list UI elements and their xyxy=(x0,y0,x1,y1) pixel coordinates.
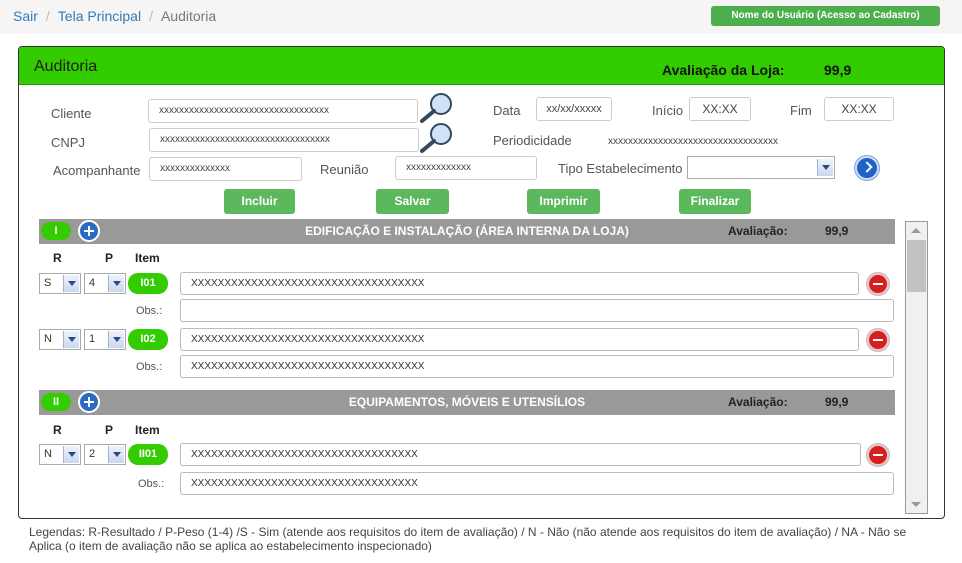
obs-label: Obs.: xyxy=(136,361,163,373)
store-score-label: Avaliação da Loja: xyxy=(662,62,785,78)
item-text-field[interactable]: XXXXXXXXXXXXXXXXXXXXXXXXXXXXXXXXXXX xyxy=(180,328,859,351)
finalizar-button[interactable]: Finalizar xyxy=(679,189,751,214)
item-code-badge: I01 xyxy=(128,273,168,294)
result-select[interactable]: S xyxy=(39,273,81,294)
column-header-item: Item xyxy=(135,251,160,265)
top-bar: Sair / Tela Principal / Auditoria Nome do Us… xyxy=(0,0,962,34)
cliente-search-icon[interactable] xyxy=(417,92,455,124)
legend-text: Legendas: R-Resultado / P-Peso (1-4) /S … xyxy=(29,525,907,553)
panel-header: Auditoria Avaliação da Loja: 99,9 xyxy=(19,47,944,85)
incluir-button[interactable]: Incluir xyxy=(224,189,295,214)
chevron-down-icon[interactable] xyxy=(63,275,79,292)
weight-value: 2 xyxy=(89,448,96,460)
column-header-p: P xyxy=(105,251,114,265)
breadcrumb-sair-link[interactable]: Sair xyxy=(13,8,38,24)
vertical-scrollbar[interactable] xyxy=(905,221,928,514)
cliente-label: Cliente xyxy=(51,106,92,121)
acompanhante-field[interactable]: xxxxxxxxxxxxxx xyxy=(149,157,302,181)
reuniao-field[interactable]: xxxxxxxxxxxxx xyxy=(395,156,537,180)
item-code-badge: I02 xyxy=(128,329,168,350)
arrow-right-circle-icon[interactable] xyxy=(855,156,879,180)
minus-circle-icon[interactable] xyxy=(867,444,889,466)
reuniao-label: Reunião xyxy=(320,162,369,177)
imprimir-button[interactable]: Imprimir xyxy=(527,189,600,214)
section-eval-label: Avaliação: xyxy=(728,224,788,238)
section-eval-value: 99,9 xyxy=(825,224,849,238)
scroll-up-icon[interactable] xyxy=(906,222,927,239)
inicio-label: Início xyxy=(652,103,684,118)
obs-field[interactable]: XXXXXXXXXXXXXXXXXXXXXXXXXXXXXXXXXX xyxy=(180,472,894,495)
item-text-field[interactable]: XXXXXXXXXXXXXXXXXXXXXXXXXXXXXXXXXX xyxy=(180,443,861,466)
tipo-estabelecimento-label: Tipo Estabelecimento xyxy=(558,161,683,176)
chevron-down-icon[interactable] xyxy=(63,331,79,348)
scroll-thumb[interactable] xyxy=(907,240,926,292)
tipo-estabelecimento-dropdown[interactable] xyxy=(687,156,835,179)
cnpj-search-icon[interactable] xyxy=(417,122,455,154)
obs-field[interactable]: XXXXXXXXXXXXXXXXXXXXXXXXXXXXXXXXXXX xyxy=(180,355,894,378)
fim-label: Fim xyxy=(790,103,812,118)
section-code-badge: I xyxy=(41,222,71,240)
obs-label: Obs.: xyxy=(136,305,163,317)
result-value: N xyxy=(44,448,52,460)
weight-select[interactable]: 4 xyxy=(84,273,126,294)
column-header-r: R xyxy=(53,423,62,437)
section-code-badge: II xyxy=(41,393,71,411)
obs-field[interactable] xyxy=(180,299,894,322)
weight-select[interactable]: 1 xyxy=(84,329,126,350)
cliente-field[interactable]: xxxxxxxxxxxxxxxxxxxxxxxxxxxxxxxxxx xyxy=(148,99,418,123)
section-header-I: EDIFICAÇÃO E INSTALAÇÃO (ÁREA INTERNA DA… xyxy=(39,219,895,244)
section-eval-label: Avaliação: xyxy=(728,395,788,409)
result-value: S xyxy=(44,277,52,289)
chevron-down-icon[interactable] xyxy=(108,446,124,463)
periodicidade-label: Periodicidade xyxy=(493,133,572,148)
data-label: Data xyxy=(493,103,521,118)
breadcrumb-current: Auditoria xyxy=(160,8,217,24)
item-code-badge: II01 xyxy=(128,444,168,465)
item-text-field[interactable]: XXXXXXXXXXXXXXXXXXXXXXXXXXXXXXXXXXX xyxy=(180,272,859,295)
inicio-field[interactable]: XX:XX xyxy=(689,97,751,121)
cnpj-label: CNPJ xyxy=(51,135,85,150)
fim-field[interactable]: XX:XX xyxy=(824,97,894,121)
scroll-down-icon[interactable] xyxy=(906,496,927,513)
chevron-down-icon[interactable] xyxy=(108,275,124,292)
periodicidade-value: xxxxxxxxxxxxxxxxxxxxxxxxxxxxxxxxxx xyxy=(608,136,778,147)
chevron-down-icon[interactable] xyxy=(63,446,79,463)
salvar-button[interactable]: Salvar xyxy=(376,189,449,214)
weight-value: 1 xyxy=(89,333,96,345)
breadcrumb-tela-principal-link[interactable]: Tela Principal xyxy=(58,8,141,24)
result-select[interactable]: N xyxy=(39,444,81,465)
user-account-button[interactable]: Nome do Usuário (Acesso ao Cadastro) xyxy=(711,6,940,26)
panel-title: Auditoria xyxy=(34,58,98,75)
weight-select[interactable]: 2 xyxy=(84,444,126,465)
result-select[interactable]: N xyxy=(39,329,81,350)
data-field[interactable]: xx/xx/xxxxx xyxy=(536,97,612,121)
section-header-II: EQUIPAMENTOS, MÓVEIS E UTENSÍLIOS II Ava… xyxy=(39,390,895,415)
result-value: N xyxy=(44,333,52,345)
column-header-r: R xyxy=(53,251,62,265)
minus-circle-icon[interactable] xyxy=(867,329,889,351)
chevron-down-icon[interactable] xyxy=(108,331,124,348)
plus-circle-icon[interactable] xyxy=(78,220,100,242)
obs-label: Obs.: xyxy=(138,478,165,490)
acompanhante-label: Acompanhante xyxy=(53,163,141,178)
breadcrumb-separator: / xyxy=(149,8,153,24)
breadcrumb-separator: / xyxy=(45,8,50,24)
plus-circle-icon[interactable] xyxy=(78,391,100,413)
breadcrumb: Sair / Tela Principal / Auditoria xyxy=(13,8,216,24)
cnpj-field[interactable]: xxxxxxxxxxxxxxxxxxxxxxxxxxxxxxxxxx xyxy=(149,128,419,152)
store-score-value: 99,9 xyxy=(824,62,852,78)
section-eval-value: 99,9 xyxy=(825,395,849,409)
column-header-item: Item xyxy=(135,423,160,437)
weight-value: 4 xyxy=(89,277,96,289)
chevron-down-icon[interactable] xyxy=(817,159,833,176)
column-header-p: P xyxy=(105,423,114,437)
minus-circle-icon[interactable] xyxy=(867,273,889,295)
